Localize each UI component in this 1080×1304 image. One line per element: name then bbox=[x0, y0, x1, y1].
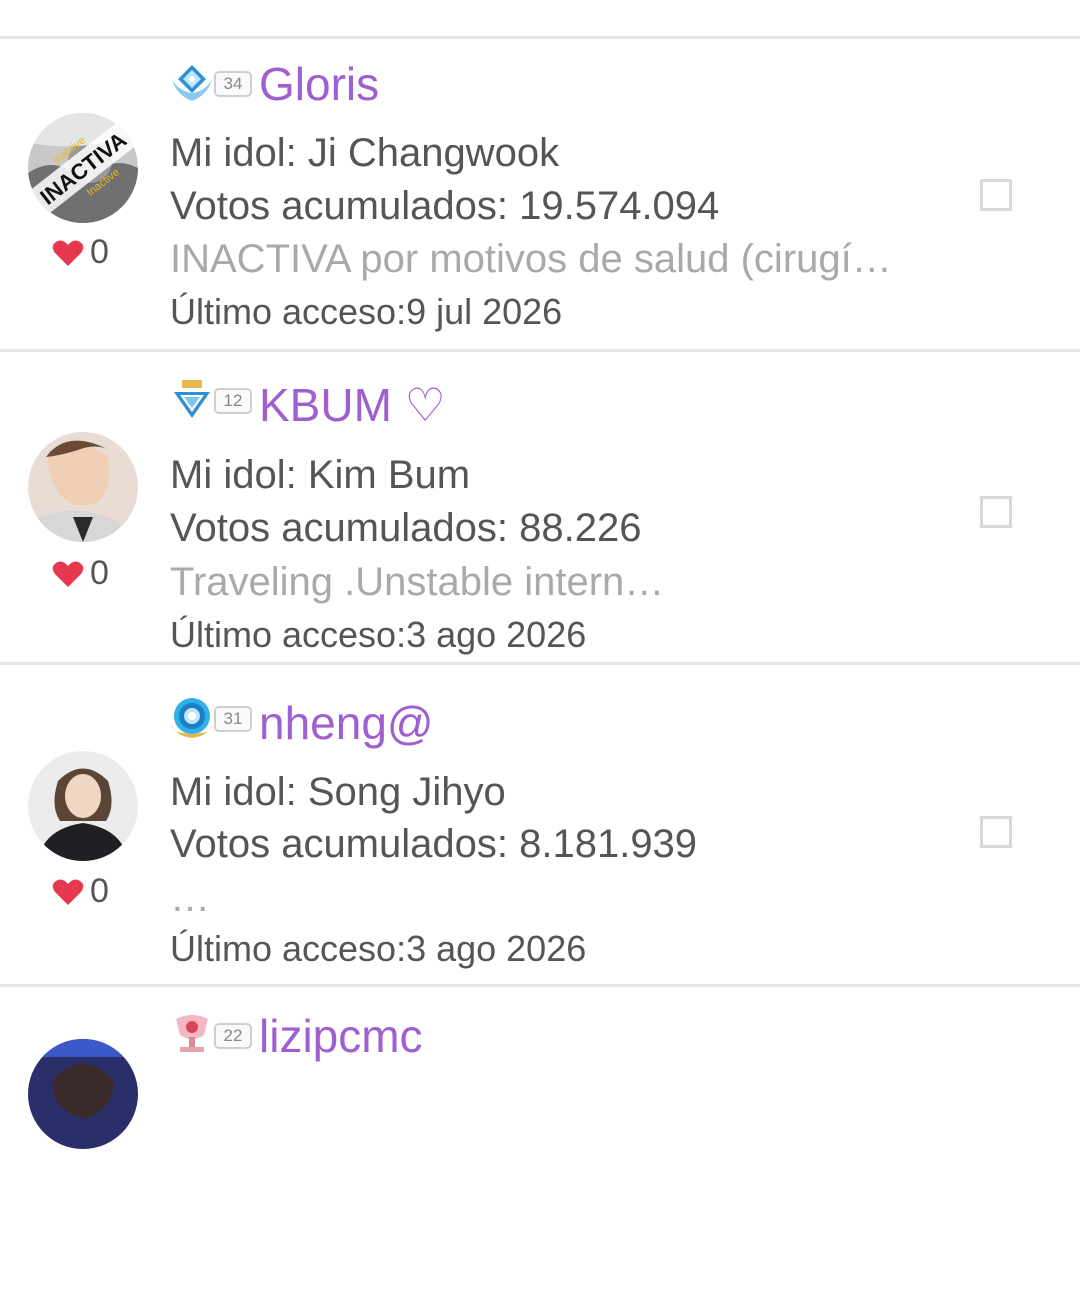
votes-line: Votos acumulados: 8.181.939 bbox=[170, 822, 698, 866]
username[interactable]: nheng@ bbox=[259, 696, 434, 750]
likes[interactable]: 0 bbox=[52, 872, 109, 911]
likes-count: 0 bbox=[90, 233, 109, 271]
username[interactable]: Gloris bbox=[259, 57, 379, 111]
rank-badge-icon: 34 bbox=[168, 61, 252, 105]
avatar[interactable]: INACTIVA Inactive Inactive bbox=[28, 113, 138, 223]
votes-line: Votos acumulados: 19.574.094 bbox=[170, 184, 720, 228]
member-row-2[interactable]: 12 KBUM ♡ 0 Mi idol: Kim Bum Votos acumu… bbox=[0, 352, 1080, 665]
idol-line: Mi idol: Song Jihyo bbox=[170, 770, 506, 814]
avatar[interactable] bbox=[28, 1039, 138, 1149]
idol-line: Mi idol: Ji Changwook bbox=[170, 131, 560, 175]
last-access: Último acceso:3 ago 2026 bbox=[170, 614, 587, 655]
likes-count: 0 bbox=[90, 554, 109, 592]
status-text: Traveling .Unstable intern… bbox=[170, 560, 665, 604]
badge-level: 31 bbox=[214, 706, 252, 732]
likes[interactable]: 0 bbox=[52, 554, 109, 593]
select-checkbox[interactable] bbox=[980, 496, 1012, 528]
likes[interactable]: 0 bbox=[52, 233, 109, 272]
member-row-3[interactable]: 31 nheng@ 0 Mi idol: Song Jihyo Votos ac… bbox=[0, 674, 1080, 987]
member-row-4[interactable]: 22 lizipcmc bbox=[0, 991, 1080, 1304]
username[interactable]: lizipcmc bbox=[259, 1009, 423, 1063]
status-text: … bbox=[170, 876, 210, 920]
rank-badge-icon: 12 bbox=[168, 378, 252, 422]
status-text: INACTIVA por motivos de salud (cirugí… bbox=[170, 237, 892, 281]
likes-count: 0 bbox=[90, 872, 109, 910]
last-access: Último acceso:3 ago 2026 bbox=[170, 928, 587, 969]
badge-level: 22 bbox=[214, 1023, 252, 1049]
badge-level: 34 bbox=[214, 71, 252, 97]
avatar[interactable] bbox=[28, 432, 138, 542]
avatar[interactable] bbox=[28, 751, 138, 861]
badge-level: 12 bbox=[214, 388, 252, 414]
rank-badge-icon: 31 bbox=[168, 696, 252, 740]
select-checkbox[interactable] bbox=[980, 816, 1012, 848]
member-row-1[interactable]: 34 Gloris INACTIVA Inactive Inactive 0 M… bbox=[0, 39, 1080, 352]
heart-icon[interactable] bbox=[52, 878, 84, 906]
votes-line: Votos acumulados: 88.226 bbox=[170, 506, 642, 550]
idol-line: Mi idol: Kim Bum bbox=[170, 453, 471, 497]
heart-icon[interactable] bbox=[52, 239, 84, 267]
rank-badge-icon: 22 bbox=[168, 1013, 252, 1057]
heart-icon[interactable] bbox=[52, 560, 84, 588]
last-access: Último acceso:9 jul 2026 bbox=[170, 291, 563, 332]
username[interactable]: KBUM ♡ bbox=[259, 378, 446, 432]
select-checkbox[interactable] bbox=[980, 179, 1012, 211]
